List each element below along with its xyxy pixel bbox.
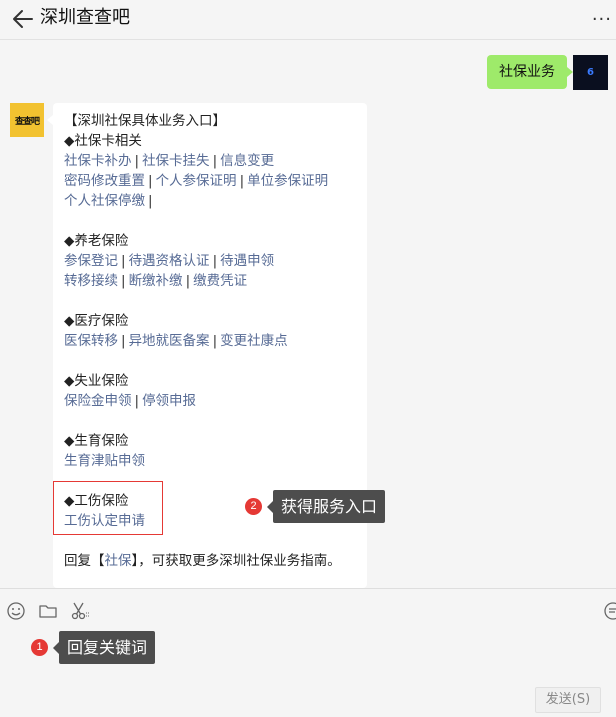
service-link[interactable]: 生育津贴申领 bbox=[64, 453, 145, 469]
section-title: ◆医疗保险 bbox=[64, 313, 129, 329]
service-link[interactable]: 保险金申领 bbox=[64, 393, 132, 409]
link-row: 参保登记 | 待遇资格认证 | 待遇申领 bbox=[64, 251, 356, 271]
emoji-icon[interactable] bbox=[6, 601, 26, 621]
footer-keyword-link[interactable]: 社保 bbox=[105, 553, 132, 569]
official-account-avatar[interactable]: 查查吧 bbox=[10, 103, 44, 137]
more-options-icon[interactable]: ... bbox=[592, 4, 612, 25]
link-row: 医保转移 | 异地就医备案 | 变更社康点 bbox=[64, 331, 356, 351]
input-toolbar: 1 回复关键词 发送(S) bbox=[0, 588, 616, 717]
service-link[interactable]: 断缴补缴 bbox=[129, 273, 183, 289]
service-link[interactable]: 单位参保证明 bbox=[247, 173, 328, 189]
footer-suffix: 】，可获取更多深圳社保业务指南。 bbox=[131, 553, 341, 569]
service-link[interactable]: 待遇资格认证 bbox=[129, 253, 210, 269]
service-link[interactable]: 停领申报 bbox=[142, 393, 196, 409]
section-title: ◆养老保险 bbox=[64, 233, 129, 249]
service-link[interactable]: 个人社保停缴 bbox=[64, 193, 145, 209]
service-link[interactable]: 社保卡挂失 bbox=[142, 153, 210, 169]
link-separator: | bbox=[148, 193, 153, 209]
service-link[interactable]: 医保转移 bbox=[64, 333, 118, 349]
send-button[interactable]: 发送(S) bbox=[535, 687, 601, 713]
chat-header: 深圳查查吧 ... bbox=[0, 0, 616, 40]
link-row: 保险金申领 | 停领申报 bbox=[64, 391, 356, 411]
self-message-bubble[interactable]: 社保业务 bbox=[487, 55, 573, 89]
section-title: ◆失业保险 bbox=[64, 373, 129, 389]
chat-title: 深圳查查吧 bbox=[40, 7, 130, 28]
reply-heading: 【深圳社保具体业务入口】 bbox=[64, 113, 226, 129]
link-row: 社保卡补办 | 社保卡挂失 | 信息变更 bbox=[64, 151, 356, 171]
section-title: ◆生育保险 bbox=[64, 433, 129, 449]
service-link[interactable]: 缴费凭证 bbox=[193, 273, 247, 289]
screenshot-scissors-icon[interactable] bbox=[70, 601, 90, 621]
link-separator: | bbox=[212, 333, 218, 349]
link-row: 生育津贴申领 bbox=[64, 451, 356, 471]
message-list[interactable]: 6 社保业务 查查吧 【深圳社保具体业务入口】 ◆社保卡相关 社保卡补办 | 社保卡挂失… bbox=[0, 40, 616, 588]
service-link[interactable]: 信息变更 bbox=[220, 153, 274, 169]
service-link[interactable]: 个人参保证明 bbox=[156, 173, 237, 189]
self-avatar[interactable]: 6 bbox=[573, 55, 608, 90]
link-row: 转移接续 | 断缴补缴 | 缴费凭证 bbox=[64, 271, 356, 291]
annotation-badge-2: 2 bbox=[245, 498, 262, 515]
link-row: 密码修改重置 | 个人参保证明 | 单位参保证明 bbox=[64, 171, 356, 191]
reply-footer: 回复【社保】，可获取更多深圳社保业务指南。 bbox=[64, 551, 356, 571]
chat-history-icon[interactable] bbox=[603, 601, 616, 621]
service-link[interactable]: 参保登记 bbox=[64, 253, 118, 269]
folder-icon[interactable] bbox=[38, 601, 58, 621]
link-separator: | bbox=[121, 253, 126, 269]
service-link[interactable]: 工伤认定申请 bbox=[64, 513, 145, 529]
link-separator: | bbox=[134, 393, 140, 409]
link-separator: | bbox=[185, 273, 191, 289]
link-separator: | bbox=[148, 173, 153, 189]
service-link[interactable]: 密码修改重置 bbox=[64, 173, 145, 189]
annotation-reply-keyword: 回复关键词 bbox=[52, 631, 156, 664]
footer-prefix: 回复【 bbox=[64, 553, 105, 569]
link-row: 个人社保停缴 | bbox=[64, 191, 356, 211]
annotation-service-entry: 获得服务入口 bbox=[266, 490, 386, 523]
link-separator: | bbox=[239, 173, 245, 189]
service-link[interactable]: 待遇申领 bbox=[220, 253, 274, 269]
annotation-badge-1: 1 bbox=[31, 639, 48, 656]
link-separator: | bbox=[212, 253, 218, 269]
link-separator: | bbox=[121, 273, 126, 289]
service-link[interactable]: 社保卡补办 bbox=[64, 153, 132, 169]
service-link[interactable]: 异地就医备案 bbox=[129, 333, 210, 349]
section-title: ◆社保卡相关 bbox=[64, 133, 142, 149]
service-link[interactable]: 转移接续 bbox=[64, 273, 118, 289]
link-separator: | bbox=[212, 153, 218, 169]
back-arrow-icon[interactable] bbox=[10, 6, 36, 32]
link-separator: | bbox=[134, 153, 140, 169]
account-logo: 查查吧 bbox=[14, 116, 40, 127]
link-separator: | bbox=[121, 333, 126, 349]
service-link[interactable]: 变更社康点 bbox=[220, 333, 288, 349]
